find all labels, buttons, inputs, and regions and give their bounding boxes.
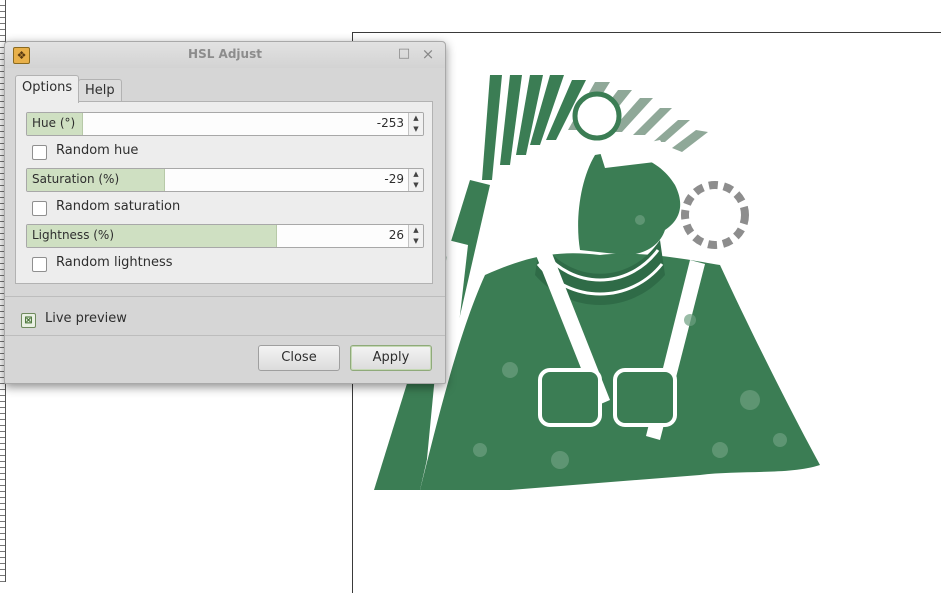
random-saturation-checkbox[interactable] (32, 201, 47, 216)
lightness-value[interactable]: 26 (389, 228, 404, 242)
live-preview-checkbox[interactable]: ⊠ (21, 313, 36, 328)
saturation-stepper[interactable]: ▲ ▼ (408, 169, 423, 191)
maximize-icon[interactable]: □ (395, 45, 413, 63)
apply-button[interactable]: Apply (350, 345, 432, 371)
chevron-down-icon[interactable]: ▼ (409, 180, 423, 191)
chevron-up-icon[interactable]: ▲ (409, 113, 423, 124)
hue-stepper[interactable]: ▲ ▼ (408, 113, 423, 135)
live-preview-label[interactable]: Live preview (45, 311, 127, 326)
tab-options[interactable]: Options (15, 75, 80, 103)
chevron-up-icon[interactable]: ▲ (409, 169, 423, 180)
hue-spinscale[interactable]: Hue (°) -253 ▲ ▼ (26, 112, 424, 136)
divider (5, 296, 445, 297)
random-hue-label[interactable]: Random hue (56, 143, 138, 158)
saturation-label: Saturation (%) (32, 172, 120, 186)
options-panel: Hue (°) -253 ▲ ▼ Random hue Saturation (… (15, 101, 433, 284)
hsl-adjust-dialog: ❖ HSL Adjust □ × Options Help Hue (°) -2… (4, 41, 446, 384)
saturation-spinscale[interactable]: Saturation (%) -29 ▲ ▼ (26, 168, 424, 192)
lightness-spinscale[interactable]: Lightness (%) 26 ▲ ▼ (26, 224, 424, 248)
saturation-value[interactable]: -29 (384, 172, 404, 186)
close-button[interactable]: Close (258, 345, 340, 371)
dialog-title: HSL Adjust (188, 47, 262, 61)
random-lightness-checkbox[interactable] (32, 257, 47, 272)
random-lightness-label[interactable]: Random lightness (56, 255, 173, 270)
divider (5, 335, 445, 336)
dialog-titlebar[interactable]: ❖ HSL Adjust □ × (5, 42, 445, 68)
tab-help[interactable]: Help (78, 79, 122, 102)
random-hue-checkbox[interactable] (32, 145, 47, 160)
random-saturation-label[interactable]: Random saturation (56, 199, 180, 214)
hue-value[interactable]: -253 (377, 116, 404, 130)
lightness-stepper[interactable]: ▲ ▼ (408, 225, 423, 247)
lightness-label: Lightness (%) (32, 228, 115, 242)
chevron-down-icon[interactable]: ▼ (409, 236, 423, 247)
hue-label: Hue (°) (32, 116, 76, 130)
close-icon[interactable]: × (419, 45, 437, 63)
chevron-up-icon[interactable]: ▲ (409, 225, 423, 236)
chevron-down-icon[interactable]: ▼ (409, 124, 423, 135)
